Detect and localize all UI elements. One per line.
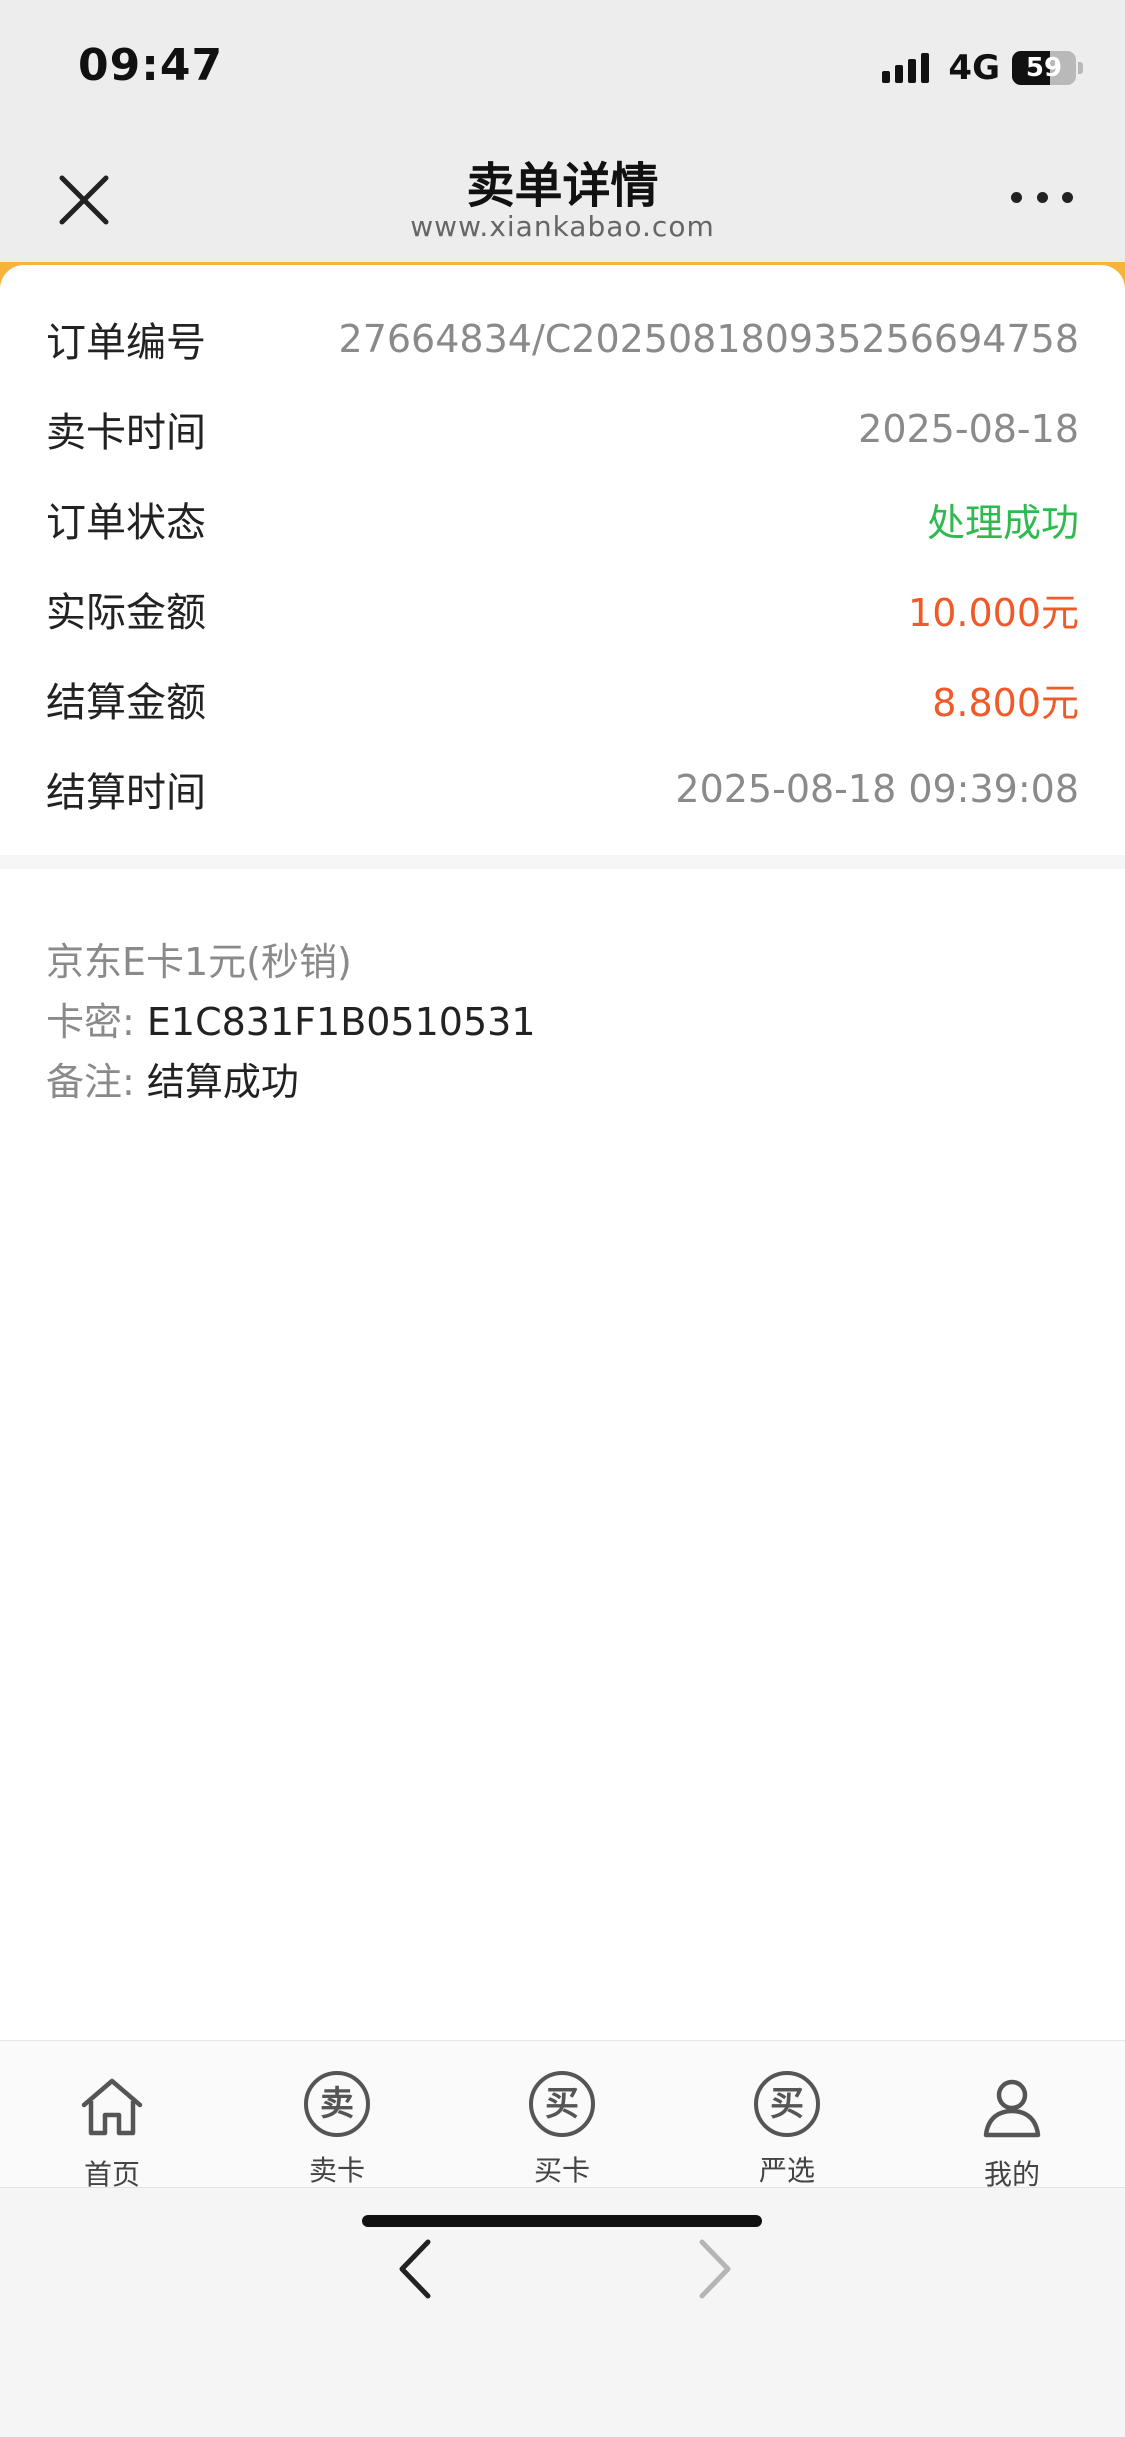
order-details-card: 订单编号 27664834/C202508180935256694758 卖卡时…	[0, 265, 1125, 855]
status-badge: 处理成功	[926, 500, 1079, 545]
status-indicators: 4G 59	[882, 48, 1083, 88]
tab-label: 严选	[758, 2154, 815, 2187]
profile-icon	[983, 2079, 1041, 2138]
tab-sell-card[interactable]: 卖 卖卡	[277, 2071, 397, 2189]
note-value: 结算成功	[146, 1060, 299, 1104]
tab-label: 买卡	[533, 2154, 590, 2187]
order-row-settle-amount: 结算金额 8.800元	[46, 669, 1079, 729]
row-label: 结算时间	[46, 770, 206, 816]
icon-wrap: 买	[526, 2071, 598, 2143]
sell-time-value: 2025-08-18	[858, 407, 1079, 451]
order-row-actual-amount: 实际金额 10.000元	[46, 579, 1079, 639]
tab-select[interactable]: 买 严选	[727, 2071, 847, 2189]
tab-home[interactable]: 首页	[52, 2071, 172, 2193]
settle-time-value: 2025-08-18 09:39:08	[675, 767, 1079, 811]
more-dots-icon	[1011, 191, 1022, 203]
home-icon	[81, 2078, 143, 2136]
section-divider	[0, 855, 1125, 869]
tab-profile[interactable]: 我的	[952, 2071, 1072, 2193]
order-number-value: 27664834/C202508180935256694758	[338, 317, 1079, 361]
note-line: 备注: 结算成功	[46, 1051, 299, 1106]
home-indicator[interactable]	[362, 2215, 762, 2227]
battery-icon: 59	[1012, 51, 1076, 85]
page-title: 卖单详情	[466, 158, 659, 214]
more-dot	[1036, 191, 1048, 203]
battery-tip	[1078, 62, 1083, 74]
select-icon: 买	[754, 2071, 820, 2137]
network-type: 4G	[948, 48, 1000, 88]
icon-wrap: 卖	[301, 2071, 373, 2143]
row-label: 卖卡时间	[46, 410, 206, 456]
status-time: 09:47	[78, 40, 224, 91]
more-options-button[interactable]	[1011, 182, 1073, 212]
order-row-status: 订单状态 处理成功	[46, 489, 1079, 549]
settle-amount-value: 8.800元	[932, 680, 1079, 725]
page-subtitle-domain: www.xiankabao.com	[410, 210, 715, 243]
tab-label: 卖卡	[308, 2154, 365, 2187]
top-chrome: 09:47 4G 59 卖单详情 www.xiankabao.com	[0, 0, 1125, 265]
row-label: 订单状态	[46, 500, 206, 546]
row-label: 结算金额	[46, 680, 206, 726]
product-name: 京东E卡1元(秒销)	[46, 940, 352, 984]
bottom-tab-bar: 首页 卖 卖卡 买 买卡 买 严选 我的	[0, 2040, 1125, 2191]
battery-level: 59	[1025, 53, 1063, 83]
card-secret-line: 卡密: E1C831F1B0510531	[46, 991, 536, 1046]
card-info-section: 京东E卡1元(秒销) 卡密: E1C831F1B0510531 备注: 结算成功	[0, 869, 1125, 1149]
order-row-sell-time: 卖卡时间 2025-08-18	[46, 399, 1079, 459]
sell-card-icon: 卖	[304, 2071, 370, 2137]
tab-buy-card[interactable]: 买 买卡	[502, 2071, 622, 2189]
signal-icon	[882, 53, 934, 83]
icon-wrap: 买	[751, 2071, 823, 2143]
row-label: 订单编号	[46, 320, 206, 366]
card-secret-label: 卡密:	[46, 1000, 135, 1044]
row-label: 实际金额	[46, 590, 206, 636]
forward-chevron-icon[interactable]	[690, 2234, 740, 2304]
buy-card-icon: 买	[529, 2071, 595, 2137]
order-row-settle-time: 结算时间 2025-08-18 09:39:08	[46, 759, 1079, 819]
note-label: 备注:	[46, 1060, 135, 1104]
actual-amount-value: 10.000元	[908, 590, 1079, 635]
back-chevron-icon[interactable]	[390, 2234, 440, 2304]
more-dot	[1062, 191, 1073, 203]
order-row-number: 订单编号 27664834/C202508180935256694758	[46, 309, 1079, 369]
card-secret-value[interactable]: E1C831F1B0510531	[147, 1000, 536, 1044]
